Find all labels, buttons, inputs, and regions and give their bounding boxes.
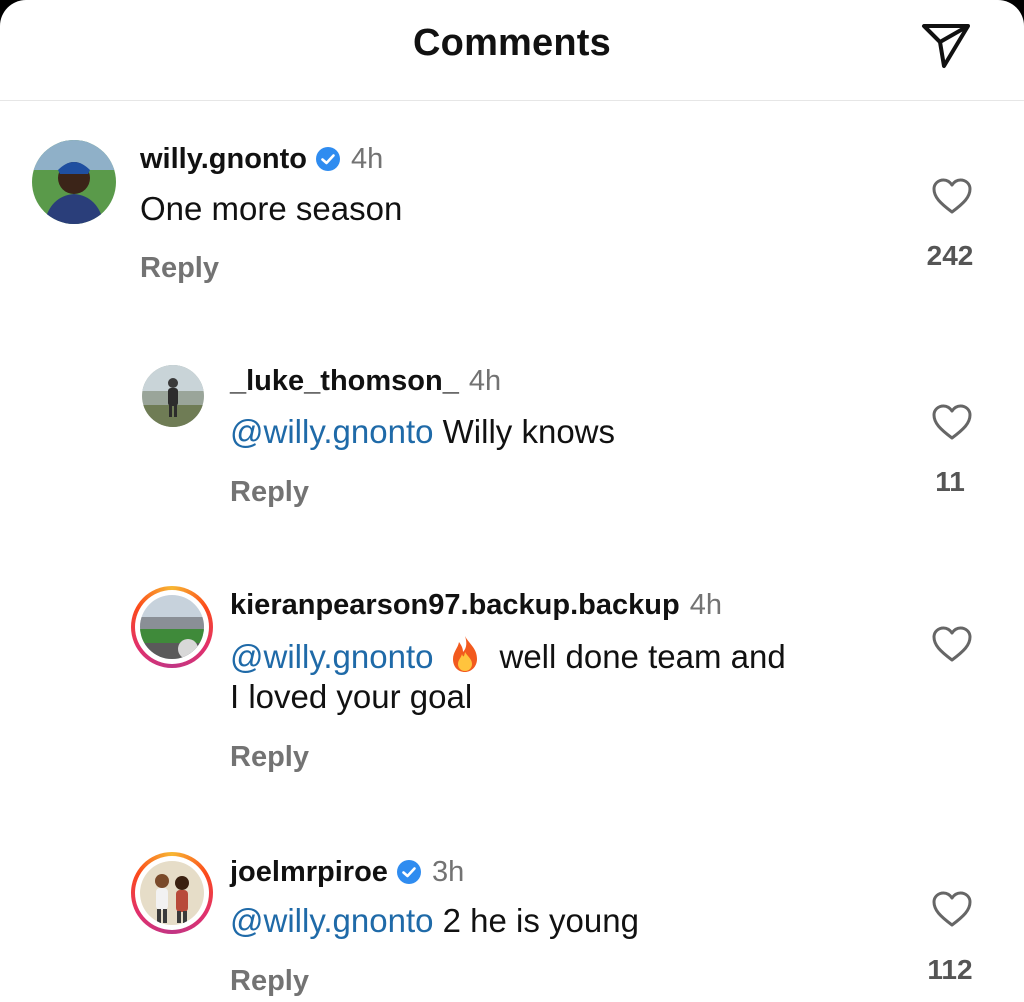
comment-text: One more season <box>140 188 402 230</box>
comment-body: 2 he is young <box>442 902 639 939</box>
comment-time: 4h <box>689 589 722 621</box>
story-ring[interactable] <box>131 852 213 934</box>
comment-meta: _luke_thomson_ 4h <box>230 364 501 398</box>
fire-icon <box>453 636 478 672</box>
comment-time: 4h <box>468 365 502 397</box>
avatar <box>140 595 204 659</box>
heart-icon[interactable] <box>930 624 974 664</box>
heart-icon[interactable] <box>930 402 974 442</box>
comments-sheet: Comments willy.gnonto 4h One more season … <box>0 0 1024 1002</box>
comment-text: @willy.gnonto Willy knows <box>230 411 615 453</box>
comment-meta: willy.gnonto 4h <box>140 142 383 176</box>
comment-text-line2: I loved your goal <box>230 678 473 715</box>
avatar[interactable] <box>32 140 116 224</box>
like-count[interactable]: 11 <box>910 466 990 498</box>
avatar[interactable] <box>142 365 204 427</box>
like-count[interactable]: 112 <box>910 954 990 986</box>
heart-icon[interactable] <box>930 176 974 216</box>
comment-body: well done team and <box>499 638 786 675</box>
comment-meta: kieranpearson97.backup.backup 4h <box>230 588 722 622</box>
reply-button[interactable]: Reply <box>140 252 219 285</box>
comment-body: Willy knows <box>442 413 616 450</box>
username[interactable]: kieranpearson97.backup.backup <box>230 589 680 621</box>
comment-time: 3h <box>431 856 465 888</box>
reply-button[interactable]: Reply <box>230 741 309 774</box>
reply-button[interactable]: Reply <box>230 965 309 998</box>
comment-time: 4h <box>351 143 384 175</box>
mention-link[interactable]: @willy.gnonto <box>230 638 433 675</box>
like-count[interactable]: 242 <box>910 240 990 272</box>
story-ring[interactable] <box>131 586 213 668</box>
avatar <box>140 861 204 925</box>
username[interactable]: joelmrpiroe <box>230 856 388 888</box>
comment-meta: joelmrpiroe 3h <box>230 855 464 889</box>
reply-button[interactable]: Reply <box>230 476 309 509</box>
comment-text: @willy.gnonto well done team and <box>230 634 786 678</box>
username[interactable]: willy.gnonto <box>140 143 307 175</box>
comment-text: @willy.gnonto 2 he is young <box>230 900 639 942</box>
verified-icon <box>396 860 421 884</box>
mention-link[interactable]: @willy.gnonto <box>230 902 433 939</box>
heart-icon[interactable] <box>930 889 974 929</box>
mention-link[interactable]: @willy.gnonto <box>230 413 433 450</box>
username[interactable]: _luke_thomson_ <box>230 365 459 397</box>
comments-header: Comments <box>0 0 1024 101</box>
comment-body: One more season <box>140 190 403 227</box>
verified-icon <box>316 147 340 171</box>
send-icon[interactable] <box>918 20 974 70</box>
page-title: Comments <box>413 22 611 64</box>
